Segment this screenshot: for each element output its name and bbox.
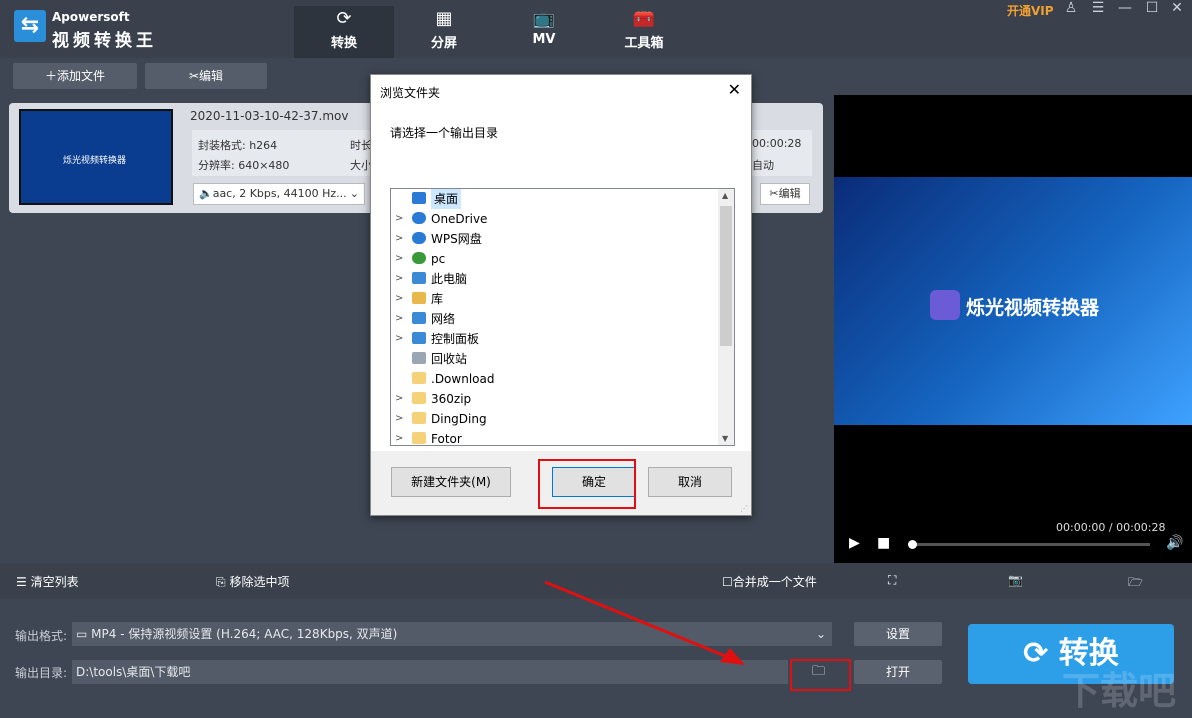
tree-item-label: 网络: [431, 312, 456, 326]
chevron-right-icon[interactable]: >: [395, 229, 403, 249]
tree-item[interactable]: > OneDrive: [391, 209, 719, 229]
tree-item-label: 桌面: [431, 189, 462, 209]
chevron-right-icon[interactable]: >: [395, 309, 403, 329]
chevron-right-icon[interactable]: >: [395, 409, 403, 429]
tree-item[interactable]: 回收站: [391, 349, 719, 369]
folder-tree[interactable]: 桌面 > OneDrive > WPS网盘 > pc > 此电脑 > 库 > 网络 > 控制面…: [390, 188, 735, 446]
new-folder-button[interactable]: 新建文件夹(M): [391, 467, 511, 497]
tree-item[interactable]: > pc: [391, 249, 719, 269]
tree-item[interactable]: > Fotor: [391, 429, 719, 446]
recycle-bin-icon: [412, 352, 426, 364]
tree-item-label: OneDrive: [431, 212, 488, 226]
browse-folder-dialog: 浏览文件夹 ✕ 请选择一个输出目录 桌面 > OneDrive > WPS网盘 > p…: [370, 74, 752, 516]
cancel-button[interactable]: 取消: [648, 467, 732, 497]
tree-item-label: .Download: [431, 372, 495, 386]
dialog-title: 浏览文件夹: [380, 86, 441, 100]
watermark-logo: 下载吧: [1062, 669, 1177, 713]
tree-item[interactable]: > DingDing: [391, 409, 719, 429]
folder-icon: [412, 372, 426, 384]
highlight-box-ok: [538, 459, 636, 509]
cloud-icon: [412, 232, 426, 244]
cloud-icon: [412, 212, 426, 224]
tree-item[interactable]: .Download: [391, 369, 719, 389]
user-icon: [412, 252, 426, 264]
tree-item[interactable]: > 控制面板: [391, 329, 719, 349]
chevron-right-icon[interactable]: >: [395, 389, 403, 409]
chevron-right-icon[interactable]: >: [395, 269, 403, 289]
tree-item-label: pc: [431, 252, 446, 266]
chevron-right-icon[interactable]: >: [395, 329, 403, 349]
folder-icon: [412, 392, 426, 404]
chevron-right-icon[interactable]: >: [395, 249, 403, 269]
chevron-down-icon[interactable]: ▼: [722, 434, 728, 443]
tree-item[interactable]: >360zip: [391, 389, 719, 409]
resize-grip-icon[interactable]: ⋰: [740, 504, 748, 513]
tree-item-label: 回收站: [431, 352, 468, 366]
tree-item-label: 360zip: [431, 392, 472, 406]
chevron-right-icon[interactable]: >: [395, 429, 403, 445]
computer-icon: [412, 272, 426, 284]
scrollbar-thumb[interactable]: [720, 206, 732, 346]
folder-icon: [412, 432, 426, 444]
tree-item[interactable]: > WPS网盘: [391, 229, 719, 249]
desktop-icon: [412, 192, 426, 204]
tree-item-label: 控制面板: [431, 332, 480, 346]
folder-icon: [412, 412, 426, 424]
tree-item-label: WPS网盘: [431, 232, 482, 246]
tree-item[interactable]: > 网络: [391, 309, 719, 329]
control-panel-icon: [412, 332, 426, 344]
library-icon: [412, 292, 426, 304]
close-icon[interactable]: ✕: [728, 80, 741, 99]
tree-item[interactable]: 桌面: [391, 189, 719, 209]
tree-scrollbar[interactable]: ▲ ▼: [718, 189, 734, 445]
tree-item-label: Fotor: [431, 432, 462, 446]
network-icon: [412, 312, 426, 324]
chevron-right-icon[interactable]: >: [395, 209, 403, 229]
dialog-prompt: 请选择一个输出目录: [390, 126, 499, 140]
chevron-right-icon[interactable]: >: [395, 289, 403, 309]
tree-item[interactable]: > 库: [391, 289, 719, 309]
tree-item[interactable]: > 此电脑: [391, 269, 719, 289]
tree-item-label: DingDing: [431, 412, 487, 426]
tree-item-label: 库: [431, 292, 444, 306]
tree-item-label: 此电脑: [431, 272, 468, 286]
chevron-up-icon[interactable]: ▲: [722, 191, 728, 200]
